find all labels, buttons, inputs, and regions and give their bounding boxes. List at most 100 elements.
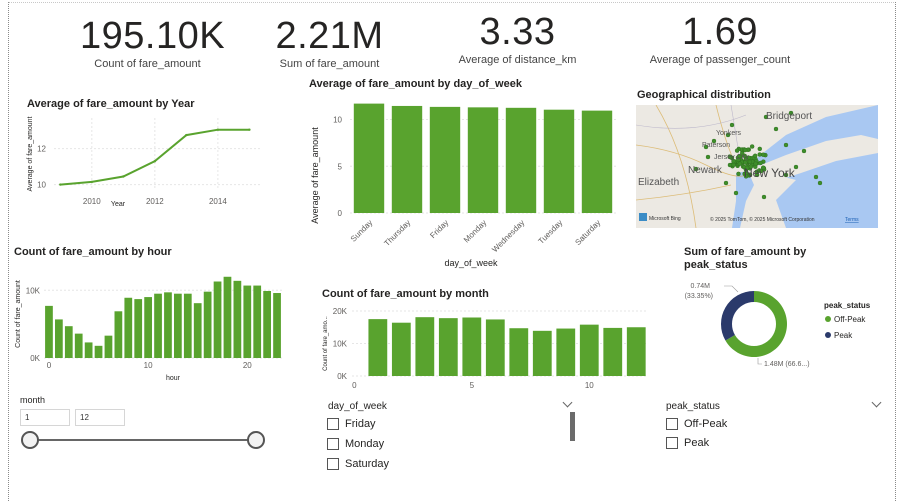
bing-logo-icon bbox=[639, 213, 647, 221]
map-label-new-york: New York bbox=[744, 166, 796, 180]
data-label-off-peak: 1.48M (66.6...) bbox=[764, 361, 810, 368]
bar-month-8 bbox=[532, 330, 552, 376]
y-tick-label: 10 bbox=[37, 181, 46, 190]
slicer-option-monday[interactable]: Monday bbox=[327, 438, 384, 450]
y-tick-label: 10K bbox=[26, 286, 41, 295]
bar-hour-17 bbox=[213, 281, 222, 358]
data-point bbox=[248, 128, 251, 131]
canvas-left-border bbox=[8, 2, 9, 501]
series-line bbox=[60, 128, 250, 186]
legend-title: peak_status bbox=[824, 301, 871, 310]
map-label-bridgeport: Bridgeport bbox=[766, 111, 812, 122]
x-tick-label: 2014 bbox=[209, 197, 227, 206]
slicer-option-peak[interactable]: Peak bbox=[666, 437, 709, 449]
bar-sunday bbox=[353, 103, 385, 213]
checkbox-icon[interactable] bbox=[666, 418, 678, 430]
chart-title-hour: Count of fare_amount by hour bbox=[14, 246, 172, 258]
month-min-input[interactable]: 1 bbox=[20, 409, 70, 426]
legend-marker bbox=[825, 316, 831, 322]
leader-line bbox=[757, 358, 762, 365]
month-max-input[interactable]: 12 bbox=[75, 409, 125, 426]
map-point bbox=[729, 122, 735, 128]
slicer-option-off-peak[interactable]: Off-Peak bbox=[666, 418, 727, 430]
map-point bbox=[705, 154, 711, 160]
slicer-option-saturday[interactable]: Saturday bbox=[327, 458, 389, 470]
bar-chart-hour[interactable]: 0K 10K 0 10 20 hour Count of fare_amount bbox=[10, 262, 290, 388]
y-tick-label: 0K bbox=[337, 372, 347, 381]
x-tick-label: 2012 bbox=[146, 197, 164, 206]
data-label-peak-pct: (33.35%) bbox=[685, 293, 713, 300]
line-chart-year[interactable]: 10 12 2010 2012 2014 Year Average of fare_amou… bbox=[10, 112, 272, 207]
map-point bbox=[801, 148, 807, 154]
chart-title-peak: Sum of fare_amount by peak_status bbox=[684, 246, 824, 272]
data-point bbox=[153, 160, 157, 163]
month-slider-min-handle[interactable] bbox=[21, 431, 39, 449]
bar-hour-16 bbox=[203, 291, 212, 358]
y-tick-label: 5 bbox=[338, 162, 343, 171]
bar-chart-day-of-week[interactable]: 0 5 10 Sunday Thursday Friday Monday Wednesday T… bbox=[306, 94, 620, 269]
x-tick-label: Sunday bbox=[349, 218, 375, 244]
bar-hour-21 bbox=[253, 285, 262, 358]
bar-friday bbox=[429, 106, 461, 213]
checkbox-icon[interactable] bbox=[327, 438, 339, 450]
map-point bbox=[783, 142, 789, 148]
leader-line bbox=[724, 285, 739, 293]
slicer-option-label: Off-Peak bbox=[684, 418, 728, 430]
bar-month-6 bbox=[485, 319, 505, 376]
kpi-card-avg-passenger[interactable]: 1.69 Average of passenger_count bbox=[640, 12, 800, 66]
geo-map[interactable]: Bridgeport Yonkers New York Newark Eliza… bbox=[636, 105, 878, 228]
map-brand: Microsoft Bing bbox=[649, 216, 681, 222]
day-of-week-slicer-title: day_of_week bbox=[328, 401, 387, 412]
slice-peak bbox=[721, 291, 754, 341]
kpi-value: 2.21M bbox=[275, 15, 384, 57]
month-slider-max-handle[interactable] bbox=[247, 431, 265, 449]
map-terms-link[interactable]: Terms bbox=[845, 217, 859, 223]
y-axis-label: Count of fare_amount bbox=[15, 280, 22, 348]
bar-hour-6 bbox=[104, 335, 113, 358]
data-point bbox=[59, 183, 62, 186]
bar-hour-4 bbox=[84, 342, 93, 358]
x-tick-label: 10 bbox=[144, 361, 153, 370]
y-tick-label: 0 bbox=[338, 209, 343, 218]
slicer-option-friday[interactable]: Friday bbox=[327, 418, 376, 430]
month-slider-track[interactable] bbox=[28, 439, 256, 441]
peak-status-chevron-down-icon[interactable] bbox=[871, 397, 882, 408]
day-of-week-chevron-down-icon[interactable] bbox=[562, 397, 573, 408]
bar-month-10 bbox=[579, 324, 599, 376]
x-tick-label: 20 bbox=[243, 361, 252, 370]
bar-tuesday bbox=[543, 109, 575, 213]
checkbox-icon[interactable] bbox=[666, 437, 678, 449]
bar-hour-5 bbox=[94, 345, 103, 358]
bar-hour-15 bbox=[193, 303, 202, 358]
bar-month-12 bbox=[626, 327, 646, 376]
bar-hour-9 bbox=[134, 299, 143, 358]
bar-hour-14 bbox=[183, 293, 192, 358]
kpi-label: Count of fare_amount bbox=[94, 58, 201, 70]
x-tick-label: Saturday bbox=[573, 218, 602, 247]
checkbox-icon[interactable] bbox=[327, 458, 339, 470]
month-slicer-title: month bbox=[20, 395, 46, 405]
data-point bbox=[122, 175, 125, 178]
peak-status-slicer-title: peak_status bbox=[666, 401, 720, 412]
map-point bbox=[743, 147, 748, 153]
bar-month-4 bbox=[438, 318, 458, 376]
day-of-week-scrollbar[interactable] bbox=[570, 412, 575, 441]
map-point bbox=[813, 174, 819, 180]
legend-marker bbox=[825, 332, 831, 338]
kpi-card-sum-fare[interactable]: 2.21M Sum of fare_amount bbox=[262, 16, 397, 70]
kpi-card-count-fare[interactable]: 195.10K Count of fare_amount bbox=[80, 16, 225, 70]
kpi-label: Average of distance_km bbox=[458, 54, 577, 66]
checkbox-icon[interactable] bbox=[327, 418, 339, 430]
bar-hour-10 bbox=[144, 297, 152, 358]
kpi-card-avg-distance[interactable]: 3.33 Average of distance_km bbox=[440, 12, 595, 66]
legend-item-off-peak: Off-Peak bbox=[834, 315, 866, 324]
slicer-option-label: Saturday bbox=[345, 458, 390, 470]
map-title: Geographical distribution bbox=[637, 89, 771, 101]
x-tick-label: 5 bbox=[470, 381, 475, 390]
bar-hour-13 bbox=[174, 293, 182, 358]
bar-chart-month[interactable]: 0K 10K 20K 0 5 10 Count of fare_amo... bbox=[318, 302, 650, 394]
slicer-option-label: Peak bbox=[684, 437, 710, 449]
map-point bbox=[757, 146, 762, 152]
slicer-option-label: Friday bbox=[345, 418, 376, 430]
donut-chart-peak-status[interactable]: 0.74M (33.35%) 1.48M (66.6...) peak_status O… bbox=[680, 272, 890, 374]
